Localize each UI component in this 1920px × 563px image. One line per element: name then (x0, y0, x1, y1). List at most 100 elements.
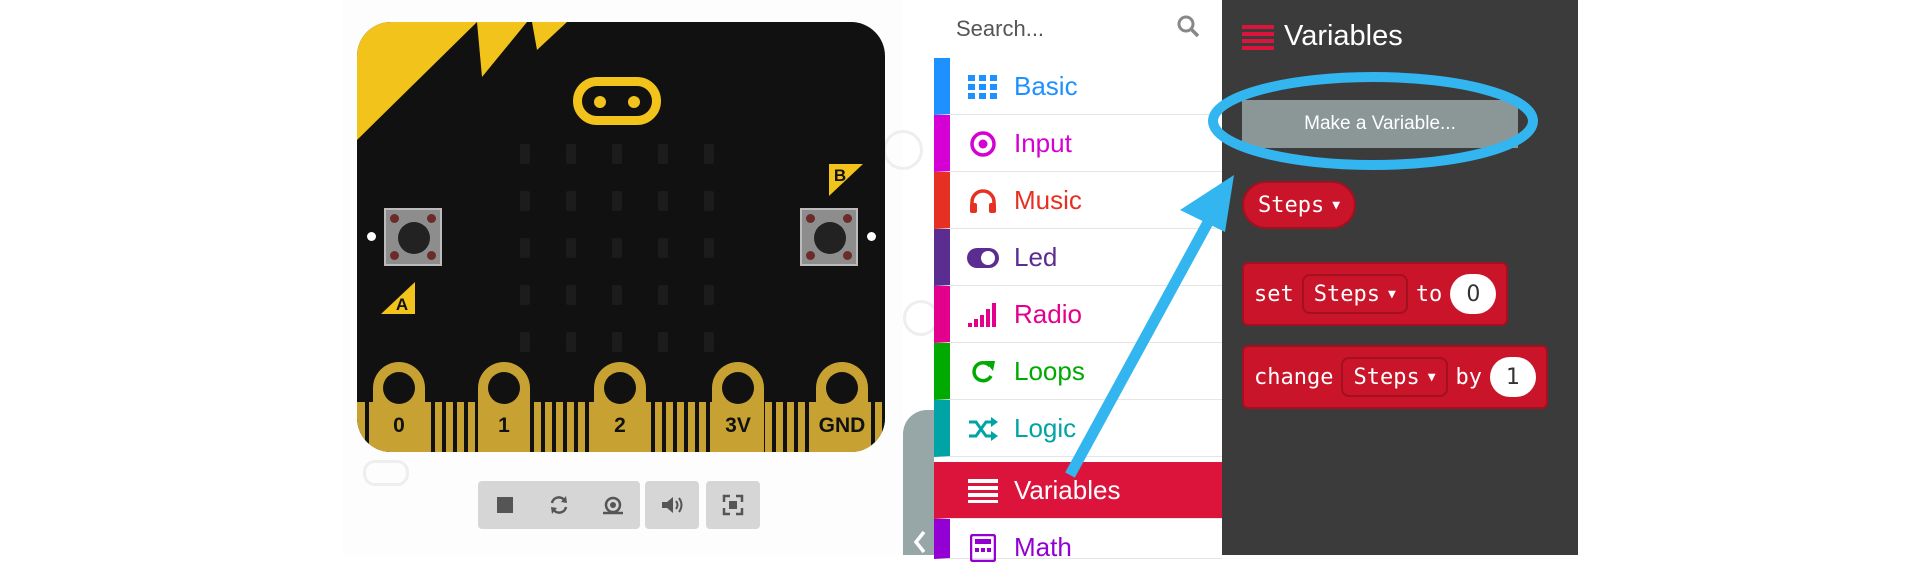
svg-text:B: B (834, 166, 846, 185)
fullscreen-icon (722, 494, 744, 516)
edge-strip (453, 402, 457, 452)
led (520, 238, 530, 258)
led (612, 144, 622, 164)
shuffle-icon (966, 414, 1000, 444)
variable-name: Steps (1258, 192, 1325, 218)
led (612, 332, 622, 352)
edge-strip (585, 402, 589, 452)
restart-button[interactable] (532, 481, 586, 529)
edge-strip (563, 402, 567, 452)
edge-strip (805, 402, 809, 452)
block-keyword: set (1254, 281, 1294, 307)
led (566, 238, 576, 258)
microbit-board[interactable]: A B 0 1 2 3V GND (357, 22, 885, 452)
block-connector: to (1415, 281, 1443, 307)
svg-text:A: A (396, 295, 408, 314)
make-variable-button[interactable]: Make a Variable... (1242, 100, 1518, 148)
toolbox-search (934, 0, 1222, 55)
led (520, 144, 530, 164)
edge-strip (530, 402, 534, 452)
edge-strip (695, 402, 699, 452)
pin-0[interactable] (373, 362, 425, 452)
edge-strip (431, 402, 435, 452)
restart-icon (550, 496, 568, 514)
change-variable-block[interactable]: change Steps ▼ by 1 (1242, 345, 1549, 409)
toggle-icon (966, 243, 1000, 273)
category-basic[interactable]: Basic (934, 58, 1222, 115)
stop-button[interactable] (478, 481, 532, 529)
pin-1[interactable] (478, 362, 530, 452)
category-label: Loops (1014, 356, 1085, 386)
led (704, 144, 714, 164)
slow-mode-button[interactable] (586, 481, 640, 529)
decorative-shape (363, 460, 409, 486)
category-variables[interactable]: Variables (934, 462, 1222, 519)
speaker-icon (662, 497, 683, 513)
category-label: Logic (1014, 413, 1077, 443)
target-icon (966, 129, 1000, 159)
collapse-simulator-button[interactable] (903, 410, 935, 555)
category-loops[interactable]: Loops (934, 343, 1222, 400)
pin-label: 3V (725, 414, 751, 437)
pin-label: 2 (614, 414, 626, 437)
edge-strip (574, 402, 578, 452)
category-led[interactable]: Led (934, 229, 1222, 286)
variable-dropdown[interactable]: Steps ▼ (1301, 274, 1408, 314)
variable-name: Steps (1353, 364, 1420, 390)
list-lines-icon (1242, 25, 1274, 50)
edge-strip (464, 402, 468, 452)
category-music[interactable]: Music (934, 172, 1222, 229)
fullscreen-button[interactable] (706, 481, 760, 529)
microbit-logo (573, 77, 661, 125)
variable-name: Steps (1313, 281, 1380, 307)
category-label: Input (1014, 128, 1072, 158)
pin-3v[interactable] (712, 362, 764, 452)
category-input[interactable]: Input (934, 115, 1222, 172)
mute-button[interactable] (645, 481, 699, 529)
category-label: Math (1014, 532, 1072, 562)
edge-strip (684, 402, 688, 452)
edge-strip (794, 402, 798, 452)
search-icon[interactable] (1176, 14, 1202, 40)
button-b[interactable] (800, 208, 858, 266)
button-a[interactable] (384, 208, 442, 266)
led (704, 238, 714, 258)
search-input[interactable] (954, 12, 1168, 46)
category-logic[interactable]: Logic (934, 400, 1222, 457)
led (566, 285, 576, 305)
pin-label: GND (818, 414, 866, 437)
led (658, 285, 668, 305)
led (520, 332, 530, 352)
edge-strip (442, 402, 446, 452)
category-label: Variables (1014, 475, 1121, 505)
category-label: Radio (1014, 299, 1082, 329)
led (520, 191, 530, 211)
simulator-toolbar (478, 481, 640, 529)
chevron-down-icon: ▼ (1332, 197, 1341, 213)
category-radio[interactable]: Radio (934, 286, 1222, 343)
variable-reporter-block[interactable]: Steps ▼ (1242, 181, 1357, 229)
edge-strip (772, 402, 776, 452)
fullscreen-toolbar (706, 481, 760, 529)
button-b-label: B (829, 164, 863, 196)
signal-bars-icon (966, 300, 1000, 330)
pin-gnd[interactable] (816, 362, 868, 452)
category-label: Music (1014, 185, 1082, 215)
category-math[interactable]: Math (934, 519, 1222, 562)
led (704, 285, 714, 305)
edge-strip (783, 402, 787, 452)
variable-dropdown[interactable]: Steps ▼ (1341, 357, 1448, 397)
number-input[interactable]: 0 (1450, 274, 1497, 314)
stop-icon (497, 497, 513, 513)
set-variable-block[interactable]: set Steps ▼ to 0 (1242, 262, 1509, 326)
list-lines-icon (966, 476, 1000, 506)
decorative-shape (883, 130, 923, 170)
pin-label: 0 (393, 414, 405, 437)
toolbox: Basic Input Music Led Radio Loops (934, 0, 1222, 562)
pin-2[interactable] (594, 362, 646, 452)
number-input[interactable]: 1 (1490, 357, 1537, 397)
edge-strip (673, 402, 677, 452)
edge-strip (882, 402, 885, 452)
variables-flyout: Variables Make a Variable... Steps ▼ set… (1222, 0, 1578, 555)
snail-icon (603, 496, 623, 515)
